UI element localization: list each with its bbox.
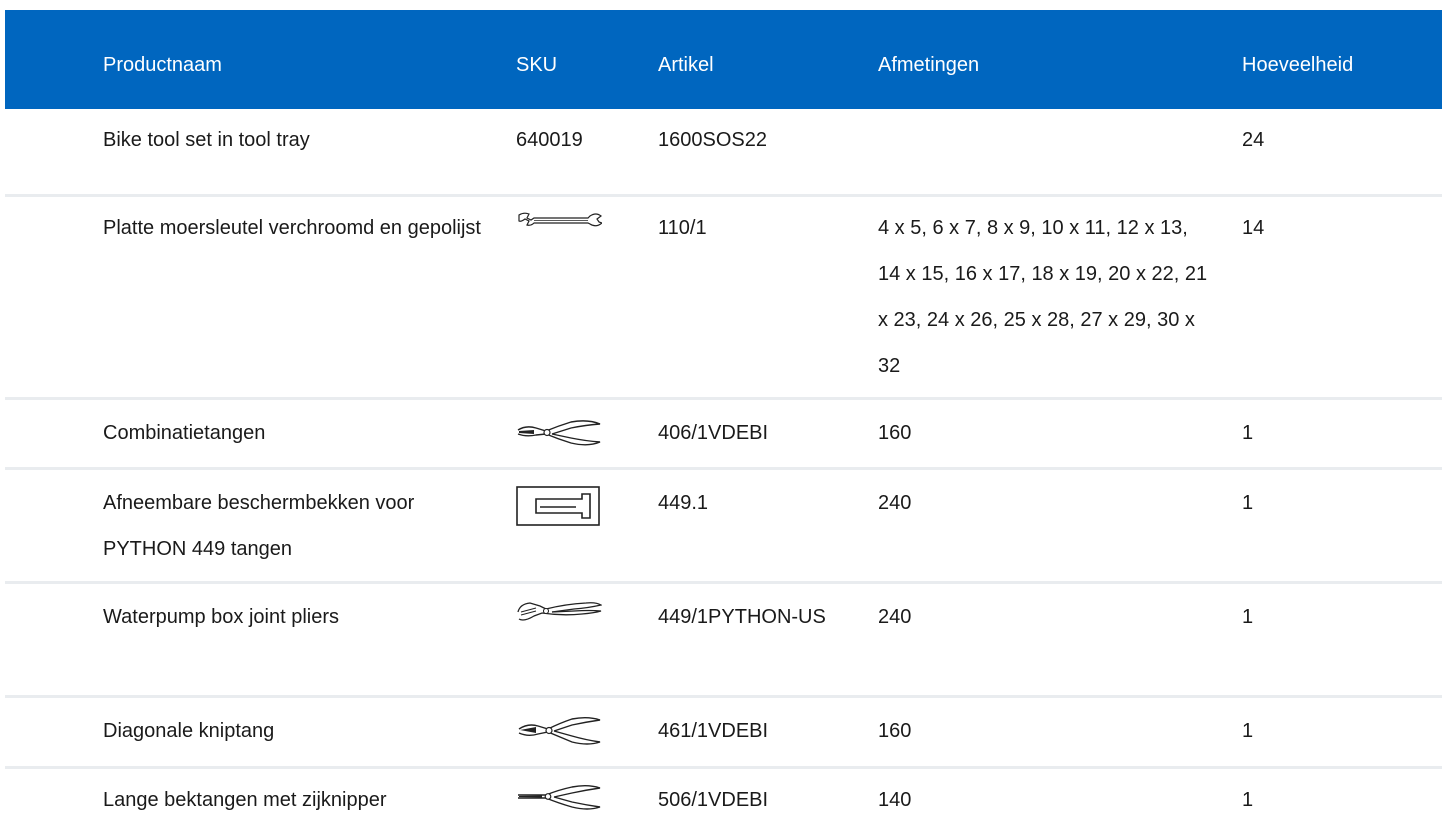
header-article: Artikel bbox=[658, 54, 714, 76]
table-row: Diagonale kniptang 461/1VDEBI 160 1 bbox=[5, 698, 1442, 769]
product-article: 449.1 bbox=[658, 492, 709, 514]
product-dimensions: 160 bbox=[878, 720, 912, 742]
product-quantity: 1 bbox=[1242, 606, 1254, 628]
product-quantity: 24 bbox=[1242, 129, 1265, 151]
product-article: 461/1VDEBI bbox=[658, 720, 769, 742]
header-sku: SKU bbox=[516, 54, 558, 76]
header-dimensions: Afmetingen bbox=[878, 54, 980, 76]
table-row: Platte moersleutel verchroomd en gepolij… bbox=[5, 197, 1442, 400]
product-article: 406/1VDEBI bbox=[658, 422, 769, 444]
product-dimensions: 160 bbox=[878, 422, 912, 444]
table-row: Afneembare beschermbekken voor PYTHON 44… bbox=[5, 470, 1442, 584]
product-name: Platte moersleutel verchroomd en gepolij… bbox=[103, 217, 481, 239]
product-name: Lange bektangen met zijknipper bbox=[103, 789, 387, 811]
product-image bbox=[503, 410, 646, 450]
product-sku: 640019 bbox=[516, 129, 583, 151]
product-quantity: 1 bbox=[1242, 422, 1254, 444]
combination-pliers-icon bbox=[516, 416, 646, 450]
product-name: Diagonale kniptang bbox=[103, 720, 275, 742]
product-image bbox=[503, 777, 646, 813]
product-dimensions: 240 bbox=[878, 492, 912, 514]
open-end-wrench-icon bbox=[516, 211, 646, 231]
product-article: 449/1PYTHON-US bbox=[658, 606, 826, 628]
product-image bbox=[503, 480, 646, 528]
product-quantity: 1 bbox=[1242, 789, 1254, 811]
product-name: Afneembare beschermbekken voor PYTHON 44… bbox=[103, 492, 415, 560]
header-quantity: Hoeveelheid bbox=[1242, 54, 1354, 76]
waterpump-pliers-icon bbox=[516, 600, 646, 624]
product-article: 506/1VDEBI bbox=[658, 789, 769, 811]
product-image bbox=[503, 205, 646, 231]
table-row: Lange bektangen met zijknipper 506/1VDEB… bbox=[5, 769, 1442, 839]
product-quantity: 1 bbox=[1242, 492, 1254, 514]
diagonal-cutter-icon bbox=[516, 714, 646, 748]
product-image bbox=[503, 594, 646, 624]
product-quantity: 1 bbox=[1242, 720, 1254, 742]
product-dimensions: 4 x 5, 6 x 7, 8 x 9, 10 x 11, 12 x 13, 1… bbox=[878, 217, 1208, 377]
long-nose-pliers-icon bbox=[516, 783, 646, 813]
table-row: Waterpump box joint pliers 449/1PYTHON-U… bbox=[5, 584, 1442, 698]
table-row: Bike tool set in tool tray 640019 1600SO… bbox=[5, 109, 1442, 197]
product-dimensions: 240 bbox=[878, 606, 912, 628]
product-article: 110/1 bbox=[658, 217, 707, 239]
product-name: Waterpump box joint pliers bbox=[103, 606, 340, 628]
table-body: Bike tool set in tool tray 640019 1600SO… bbox=[5, 109, 1442, 839]
product-name: Bike tool set in tool tray bbox=[103, 129, 310, 151]
table-row: Combinatietangen 406/1VDEBI 160 1 bbox=[5, 400, 1442, 470]
header-product-name: Productnaam bbox=[103, 54, 222, 76]
protective-jaws-icon bbox=[516, 486, 646, 528]
product-article: 1600SOS22 bbox=[658, 129, 767, 151]
product-quantity: 14 bbox=[1242, 217, 1265, 239]
product-name: Combinatietangen bbox=[103, 422, 266, 444]
product-dimensions: 140 bbox=[878, 789, 912, 811]
product-table: Productnaam SKU Artikel Afmetingen Hoeve… bbox=[5, 10, 1442, 839]
table-header: Productnaam SKU Artikel Afmetingen Hoeve… bbox=[5, 10, 1442, 109]
product-image bbox=[503, 708, 646, 748]
